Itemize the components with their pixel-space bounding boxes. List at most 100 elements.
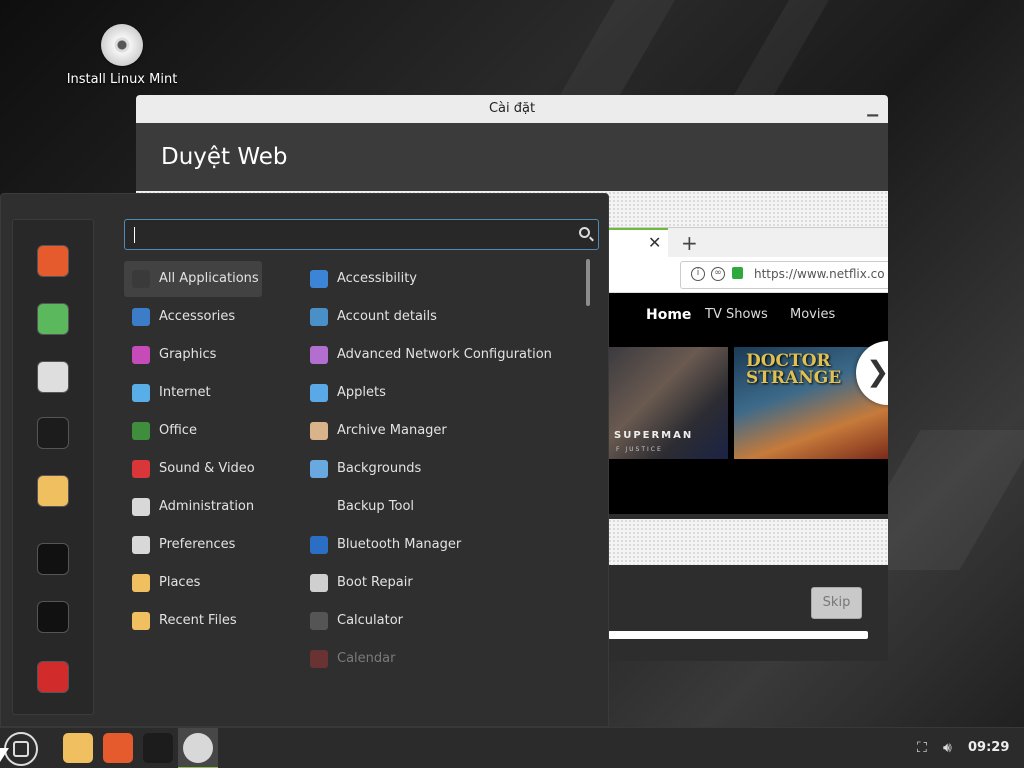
applets-icon <box>310 384 328 402</box>
menu-button[interactable] <box>4 732 38 766</box>
category-label: Sound & Video <box>159 461 255 476</box>
app-list-scrollbar[interactable] <box>586 259 590 306</box>
folder-icon <box>132 574 150 592</box>
text-caret <box>134 227 135 243</box>
lock-screen-icon[interactable] <box>37 543 69 575</box>
backgrounds-icon <box>310 460 328 478</box>
browser-url: https://www.netflix.co <box>754 267 885 281</box>
files-icon[interactable] <box>37 475 69 507</box>
category-item[interactable]: Recent Files <box>124 603 262 639</box>
app-item[interactable]: Account details <box>302 299 582 335</box>
category-item[interactable]: Accessories <box>124 299 262 335</box>
boot-repair-icon <box>310 574 328 592</box>
app-item[interactable]: Boot Repair <box>302 565 582 601</box>
app-item[interactable]: Calculator <box>302 603 582 639</box>
firefox-icon[interactable] <box>37 245 69 277</box>
mint-logo-icon <box>13 741 29 757</box>
category-item[interactable]: Sound & Video <box>124 451 262 487</box>
play-icon <box>132 460 150 478</box>
app-label: Archive Manager <box>337 423 447 438</box>
admin-icon <box>132 498 150 516</box>
search-input[interactable] <box>124 219 599 250</box>
app-label: Accessibility <box>337 271 417 286</box>
minimize-icon[interactable]: ▁ <box>867 95 878 123</box>
category-label: Places <box>159 575 201 590</box>
app-label: Applets <box>337 385 386 400</box>
cloud-icon <box>132 384 150 402</box>
slide-browser-screenshot: ✕ + i ∞ https://www.netflix.co Home TV S… <box>608 227 888 514</box>
category-label: Accessories <box>159 309 236 324</box>
category-item[interactable]: Internet <box>124 375 262 411</box>
desktop-icon-install-linux-mint[interactable]: Install Linux Mint <box>62 24 182 87</box>
category-label: Graphics <box>159 347 217 362</box>
favorites-panel <box>12 219 94 715</box>
category-label: Preferences <box>159 537 236 552</box>
scissors-icon <box>132 308 150 326</box>
files-icon[interactable] <box>63 733 93 763</box>
application-menu: All Applications Accessories Graphics Inter… <box>0 193 609 727</box>
app-item[interactable]: Archive Manager <box>302 413 582 449</box>
app-label: Backgrounds <box>337 461 422 476</box>
bluetooth-icon <box>310 536 328 554</box>
page-title: Duyệt Web <box>136 123 888 191</box>
calendar-icon <box>310 650 328 668</box>
firefox-icon[interactable] <box>103 733 133 763</box>
skip-button[interactable]: Skip <box>811 587 862 619</box>
info-icon: i <box>691 267 705 281</box>
office-icon <box>132 422 150 440</box>
installer-disc-icon[interactable] <box>183 733 213 763</box>
app-item[interactable]: Advanced Network Configuration <box>302 337 582 373</box>
disc-icon <box>101 24 143 66</box>
accessibility-icon <box>310 270 328 288</box>
app-label: Backup Tool <box>337 499 415 514</box>
new-tab-icon: + <box>681 231 698 255</box>
app-item[interactable]: Bluetooth Manager <box>302 527 582 563</box>
app-item[interactable]: Accessibility <box>302 261 582 297</box>
app-item[interactable]: Backgrounds <box>302 451 582 487</box>
category-label: Office <box>159 423 197 438</box>
terminal-icon[interactable] <box>143 733 173 763</box>
nav-movies: Movies <box>790 307 836 322</box>
backup-icon <box>310 498 328 516</box>
category-label: All Applications <box>159 271 259 286</box>
volume-icon[interactable]: 🔊︎ <box>943 740 952 756</box>
app-item[interactable]: Applets <box>302 375 582 411</box>
preferences-icon <box>132 536 150 554</box>
account-icon <box>310 308 328 326</box>
category-item[interactable]: Preferences <box>124 527 262 563</box>
browser-tabbar: ✕ + <box>608 227 888 258</box>
archive-icon <box>310 422 328 440</box>
poster-subtitle: F JUSTICE <box>616 446 663 453</box>
wallpaper-stripe <box>731 0 829 100</box>
settings-icon[interactable] <box>37 361 69 393</box>
graphics-icon <box>132 346 150 364</box>
progress-fill <box>608 631 868 639</box>
app-label: Calendar <box>337 651 396 666</box>
calculator-icon <box>310 612 328 630</box>
slideshow-progress-bar <box>608 631 868 639</box>
category-item[interactable]: All Applications <box>124 261 262 297</box>
software-manager-icon[interactable] <box>37 303 69 335</box>
window-titlebar[interactable]: Cài đặt ▁ <box>136 95 888 123</box>
desktop-icon-label: Install Linux Mint <box>66 72 178 87</box>
network-icon[interactable]: ⛶ <box>917 740 927 756</box>
terminal-icon[interactable] <box>37 417 69 449</box>
network-config-icon <box>310 346 328 364</box>
app-label: Bluetooth Manager <box>337 537 462 552</box>
logout-icon[interactable] <box>37 601 69 633</box>
category-item[interactable]: Graphics <box>124 337 262 373</box>
category-item[interactable]: Administration <box>124 489 262 525</box>
power-icon[interactable] <box>37 661 69 693</box>
app-item[interactable]: Backup Tool <box>302 489 582 525</box>
app-item[interactable]: Calendar <box>302 641 582 677</box>
category-item[interactable]: Office <box>124 413 262 449</box>
poster-superman: SUPERMAN F JUSTICE <box>608 347 728 459</box>
app-label: Advanced Network Configuration <box>337 347 552 362</box>
category-label: Internet <box>159 385 211 400</box>
category-label: Recent Files <box>159 613 237 628</box>
nav-tv-shows: TV Shows <box>705 307 768 322</box>
clock[interactable]: 09:29 <box>968 740 1009 755</box>
app-label: Boot Repair <box>337 575 413 590</box>
category-item[interactable]: Places <box>124 565 262 601</box>
mouse-cursor <box>0 748 9 762</box>
